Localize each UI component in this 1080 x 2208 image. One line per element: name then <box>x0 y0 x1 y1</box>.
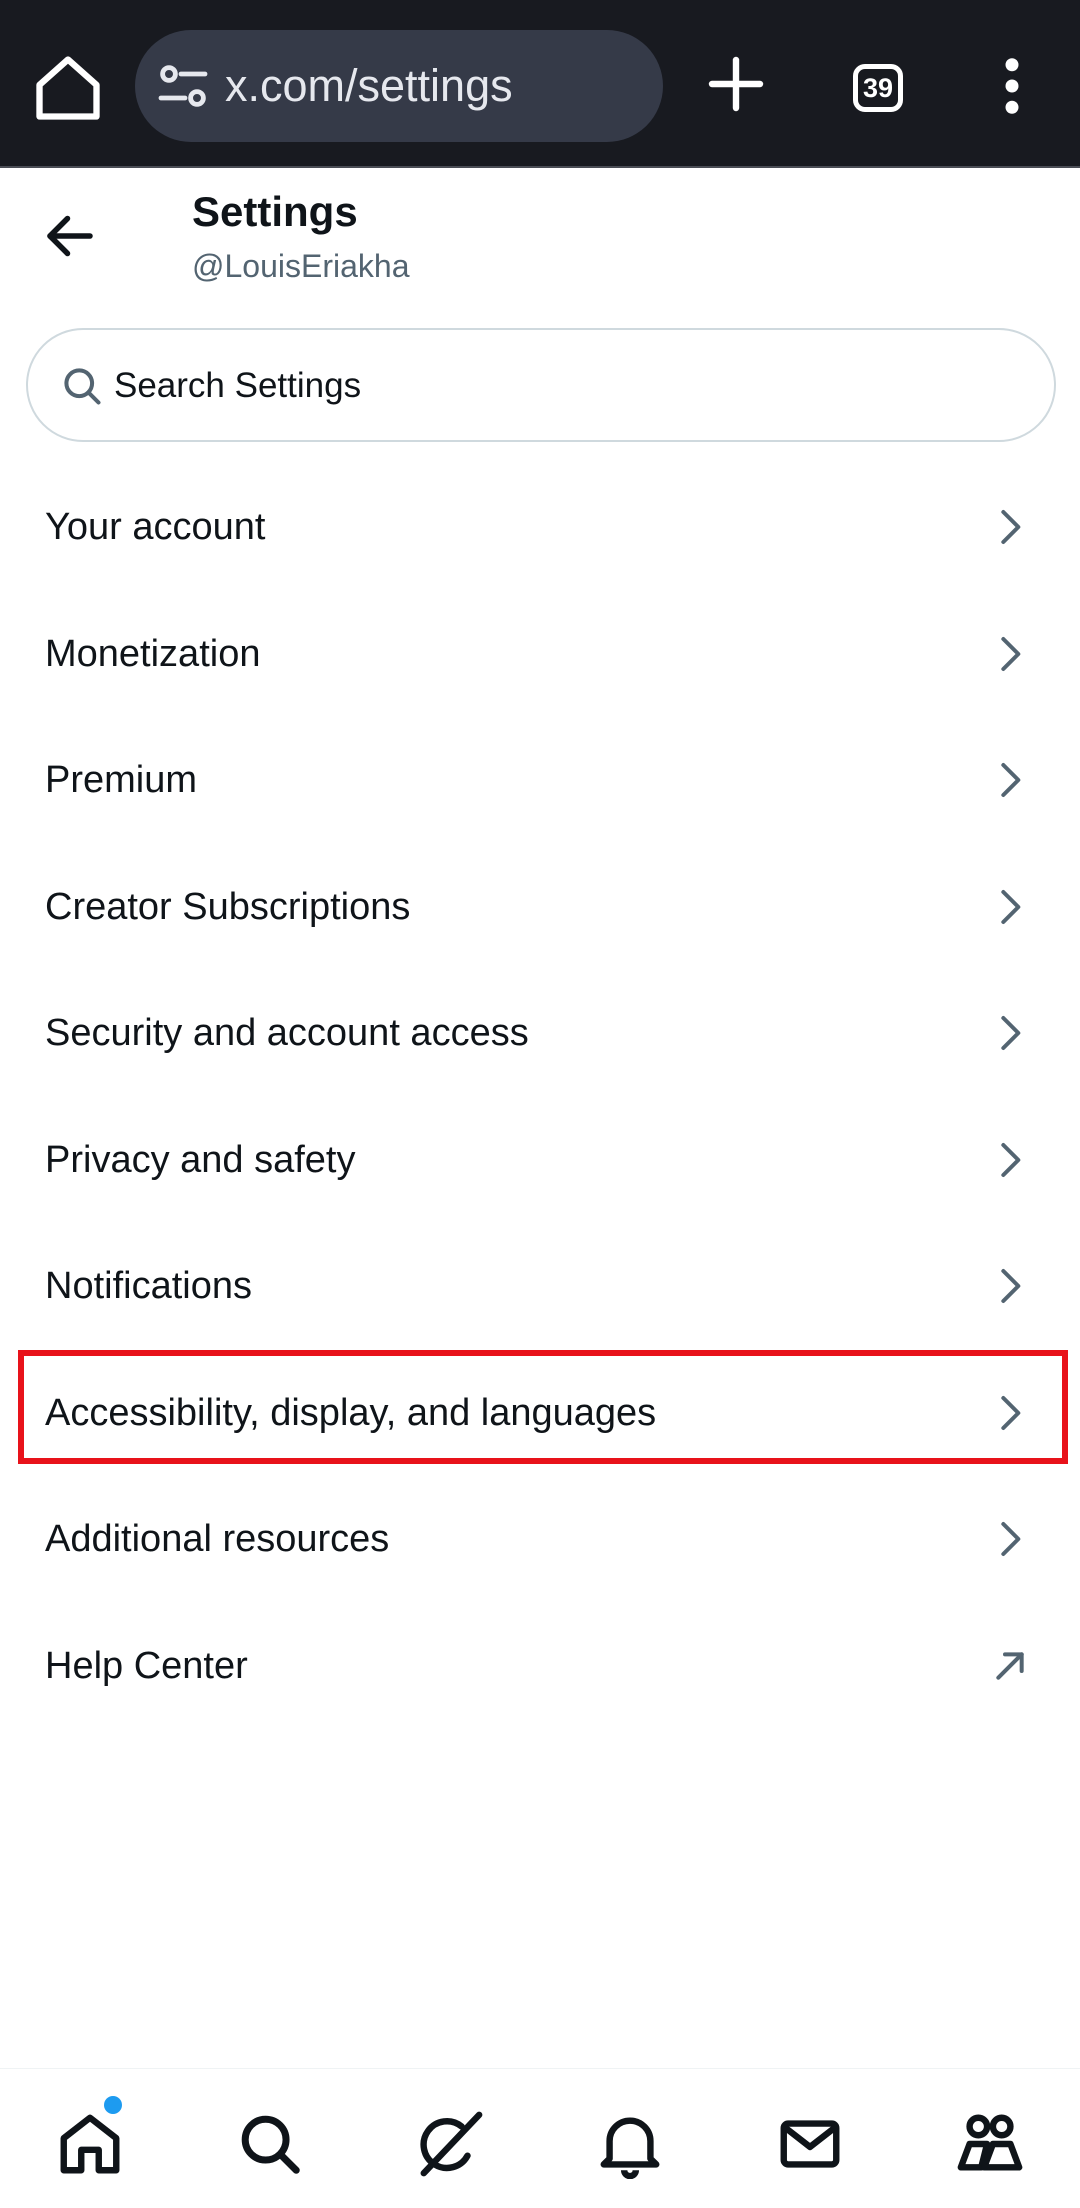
messages-envelope-icon[interactable] <box>775 2109 845 2179</box>
search-icon <box>64 368 101 405</box>
site-settings-icon[interactable] <box>157 60 209 112</box>
page-title: Settings <box>192 188 358 235</box>
back-arrow-icon[interactable] <box>40 206 100 266</box>
new-tab-icon[interactable] <box>704 52 768 116</box>
search-placeholder: Search Settings <box>114 366 362 405</box>
menu-item-label: Your account <box>45 506 266 548</box>
menu-item-additional-resources[interactable]: Additional resources <box>0 1476 1080 1603</box>
chevron-right-icon <box>1001 1522 1021 1556</box>
grok-icon[interactable] <box>415 2109 485 2179</box>
menu-item-monetization[interactable]: Monetization <box>0 591 1080 718</box>
chevron-right-icon <box>1001 1016 1021 1050</box>
menu-item-your-account[interactable]: Your account <box>0 464 1080 591</box>
menu-item-notifications[interactable]: Notifications <box>0 1223 1080 1350</box>
menu-item-creator-subscriptions[interactable]: Creator Subscriptions <box>0 844 1080 971</box>
chevron-right-icon <box>1001 1395 1021 1430</box>
chevron-right-icon <box>1001 510 1021 544</box>
menu-item-label: Monetization <box>45 632 261 675</box>
chevron-right-icon <box>1001 889 1021 924</box>
more-options-icon[interactable] <box>990 56 1034 116</box>
menu-item-label: Notifications <box>45 1265 252 1307</box>
menu-item-privacy[interactable]: Privacy and safety <box>0 1097 1080 1224</box>
settings-menu-list: Your account Monetization Premium Creato… <box>0 464 1080 1729</box>
menu-item-label: Accessibility, display, and languages <box>45 1391 657 1434</box>
external-link-arrow-icon <box>996 1651 1024 1680</box>
chevron-right-icon <box>1001 763 1021 797</box>
menu-item-label: Additional resources <box>45 1518 390 1560</box>
menu-item-label: Premium <box>45 759 198 801</box>
communities-icon[interactable] <box>955 2109 1025 2179</box>
menu-item-label: Security and account access <box>45 1012 529 1054</box>
notification-dot <box>104 2096 122 2114</box>
chevron-right-icon <box>1001 1142 1021 1177</box>
menu-item-label: Privacy and safety <box>45 1138 356 1181</box>
home-icon[interactable] <box>30 50 106 126</box>
bottom-navigation <box>0 2068 1080 2208</box>
tab-switcher-button[interactable]: 39 <box>853 64 903 112</box>
home-icon[interactable] <box>55 2109 125 2179</box>
user-handle: @LouisEriakha <box>192 248 410 284</box>
settings-header: Settings @LouisEriakha <box>0 170 1080 320</box>
browser-toolbar: x.com/settings 39 <box>0 0 1080 168</box>
chevron-right-icon <box>1001 636 1021 671</box>
search-settings-input[interactable]: Search Settings <box>26 328 1056 442</box>
menu-item-label: Creator Subscriptions <box>45 885 411 928</box>
address-bar[interactable]: x.com/settings <box>135 30 663 142</box>
menu-item-premium[interactable]: Premium <box>0 717 1080 844</box>
chevron-right-icon <box>1001 1269 1021 1303</box>
url-text[interactable]: x.com/settings <box>225 58 513 114</box>
menu-item-help-center[interactable]: Help Center <box>0 1603 1080 1730</box>
notifications-bell-icon[interactable] <box>595 2109 665 2179</box>
menu-item-security[interactable]: Security and account access <box>0 970 1080 1097</box>
menu-item-accessibility[interactable]: Accessibility, display, and languages <box>0 1350 1080 1477</box>
menu-item-label: Help Center <box>45 1644 248 1687</box>
search-icon[interactable] <box>235 2109 305 2179</box>
